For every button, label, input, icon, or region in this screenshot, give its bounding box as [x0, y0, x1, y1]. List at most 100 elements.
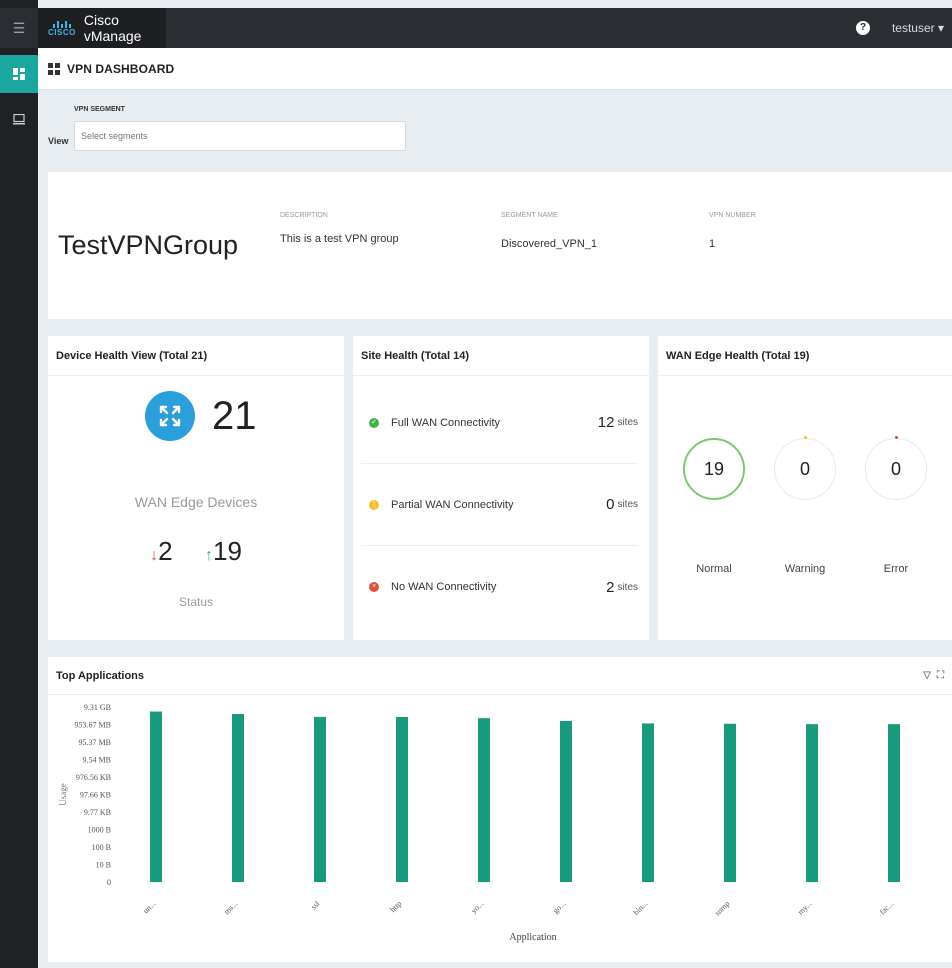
vpn-number-label: VPN NUMBER — [709, 212, 756, 219]
x-axis-label: Application — [509, 932, 556, 943]
x-tick-label: my... — [796, 899, 813, 916]
site-row-none[interactable]: × No WAN Connectivity 2 sites — [361, 546, 638, 628]
error-ring[interactable]: 0 — [865, 436, 927, 500]
y-tick-label: 953.67 MB — [75, 721, 111, 730]
site-row-partial[interactable]: ! Partial WAN Connectivity 0 sites — [361, 464, 638, 546]
site-row-unit: sites — [617, 581, 638, 593]
description-label: DESCRIPTION — [280, 212, 328, 219]
y-tick-label: 1000 B — [88, 826, 111, 835]
nav-monitor-icon[interactable] — [0, 100, 38, 138]
site-row-unit: sites — [617, 499, 638, 510]
page-header: VPN DASHBOARD — [38, 48, 952, 90]
x-tick-label: ssl — [309, 899, 322, 912]
bar-5 — [560, 720, 572, 882]
top-bar: CISCO Cisco vManage ? testuser ▾ — [38, 8, 952, 48]
description-field: DESCRIPTION This is a test VPN group — [280, 212, 399, 245]
bar-2 — [314, 716, 326, 882]
y-tick-label: 95.37 MB — [79, 738, 111, 747]
top-applications-card: Top Applications ▽ ⛶ 9.31 GB 953.67 MB 95.… — [48, 657, 952, 962]
segment-name-field: SEGMENT NAME Discovered_VPN_1 — [501, 212, 597, 250]
normal-count: 19 — [703, 458, 725, 479]
x-tick-label: ms... — [222, 899, 239, 916]
y-tick-label: 97.66 KB — [80, 791, 111, 800]
view-label: View — [48, 136, 69, 146]
segment-name-value: Discovered_VPN_1 — [501, 238, 597, 250]
devices-up-count[interactable]: 19 — [213, 536, 242, 566]
help-icon[interactable]: ? — [856, 21, 870, 35]
x-tick-label: http — [388, 899, 403, 914]
x-tick-label: snmp — [713, 899, 732, 918]
cisco-logo-icon: CISCO — [48, 20, 76, 37]
brand[interactable]: CISCO Cisco vManage — [38, 8, 166, 48]
description-value: This is a test VPN group — [280, 233, 399, 245]
site-row-label: No WAN Connectivity — [391, 581, 497, 593]
x-tick-label: yo... — [469, 899, 485, 915]
site-row-full[interactable]: ✓ Full WAN Connectivity 12 sites — [361, 382, 638, 464]
y-tick-label: 976.56 KB — [76, 773, 111, 782]
app-title: Cisco vManage — [83, 12, 142, 44]
devices-down-count[interactable]: 2 — [158, 536, 172, 566]
warning-label: Warning — [784, 563, 826, 575]
user-menu[interactable]: testuser ▾ — [892, 21, 944, 35]
nav-dashboard-icon[interactable] — [0, 55, 38, 93]
wan-edge-health-title: WAN Edge Health (Total 19) — [658, 336, 952, 376]
site-health-card: Site Health (Total 14) ✓ Full WAN Connec… — [353, 336, 649, 640]
device-count: 21 — [212, 394, 257, 438]
site-row-label: Partial WAN Connectivity — [391, 498, 514, 511]
top-applications-header: Top Applications ▽ ⛶ — [48, 657, 952, 695]
top-applications-chart: 9.31 GB 953.67 MB 95.37 MB 9.54 MB 976.56 KB… — [58, 703, 900, 943]
device-status-counts: ↓2 ↑19 — [48, 536, 344, 567]
vpn-number-field: VPN NUMBER 1 — [709, 212, 756, 250]
vpn-group-name: TestVPNGroup — [58, 230, 239, 260]
warning-circle-icon: ! — [369, 499, 379, 510]
site-health-title: Site Health (Total 14) — [353, 336, 649, 376]
error-label: Error — [883, 563, 909, 575]
x-tick-label: un... — [141, 899, 157, 915]
y-tick-label: 10 B — [96, 861, 111, 870]
filter-icon[interactable]: ▽ — [923, 670, 931, 681]
wan-edge-devices-label: WAN Edge Devices — [134, 494, 258, 510]
site-row-unit: sites — [617, 417, 638, 428]
wan-edge-health-card: WAN Edge Health (Total 19) 19 0 0 Normal… — [658, 336, 952, 640]
expand-icon[interactable]: ⛶ — [937, 670, 944, 681]
left-nav-rail: ☰ — [0, 0, 38, 968]
x-tick-label: bin... — [632, 899, 650, 917]
error-circle-icon: × — [369, 582, 379, 592]
x-tick-label: fac... — [878, 899, 896, 917]
vpn-segment-label: VPN SEGMENT — [74, 106, 125, 113]
site-row-value: 0 — [606, 496, 615, 513]
device-health-title: Device Health View (Total 21) — [48, 336, 344, 376]
hamburger-icon[interactable]: ☰ — [0, 8, 38, 48]
chart-tools: ▽ ⛶ — [923, 670, 944, 681]
y-tick-label: 100 B — [92, 843, 111, 852]
normal-label: Normal — [696, 563, 732, 575]
site-row-value: 12 — [597, 414, 615, 431]
page-title: VPN DASHBOARD — [67, 61, 175, 76]
device-health-card[interactable]: Device Health View (Total 21) 21 WAN Edg… — [48, 336, 344, 640]
y-tick-label: 9.31 GB — [84, 703, 111, 712]
bar-1 — [232, 713, 244, 882]
vpn-info-card: TestVPNGroup DESCRIPTION This is a test … — [48, 172, 952, 319]
site-row-value: 2 — [606, 578, 615, 596]
bar-6 — [642, 723, 654, 882]
dashboard-icon — [48, 62, 60, 75]
vpn-number-value: 1 — [709, 238, 716, 250]
wan-edge-router-icon — [145, 391, 195, 441]
normal-ring[interactable]: 19 — [683, 438, 745, 500]
bar-0 — [150, 711, 162, 882]
y-tick-label: 9.54 MB — [83, 756, 111, 765]
y-axis-label: Usage — [58, 783, 68, 806]
bar-4 — [478, 718, 490, 882]
arrow-down-icon: ↓ — [150, 547, 159, 564]
y-tick-label: 0 — [107, 878, 111, 887]
arrow-up-icon: ↑ — [205, 547, 213, 564]
bar-3 — [396, 716, 408, 882]
site-row-label: Full WAN Connectivity — [391, 416, 501, 429]
segment-select-input[interactable] — [74, 121, 406, 151]
y-tick-label: 9.77 KB — [84, 808, 111, 817]
warning-ring[interactable]: 0 — [774, 436, 836, 500]
x-tick-label: go... — [551, 899, 567, 915]
bar-7 — [724, 723, 736, 882]
bar-9 — [888, 724, 900, 882]
error-count: 0 — [890, 458, 901, 479]
